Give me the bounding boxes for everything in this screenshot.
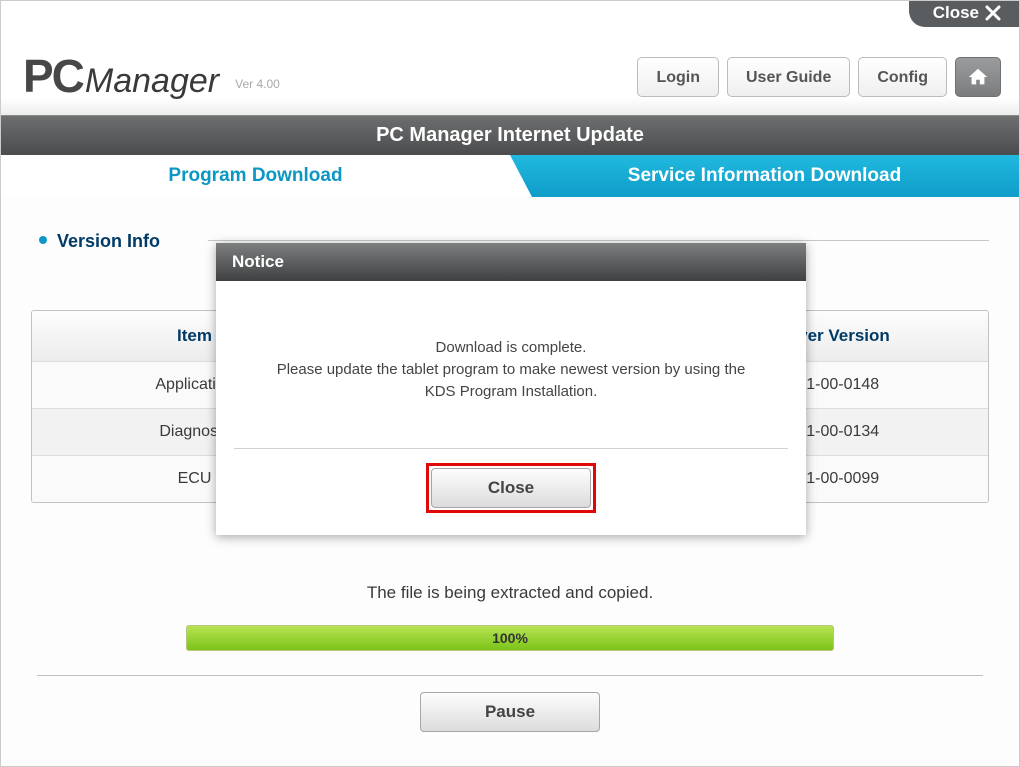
- app-version: Ver 4.00: [235, 77, 280, 91]
- pause-button[interactable]: Pause: [420, 692, 600, 732]
- window-close-label: Close: [933, 3, 979, 23]
- user-guide-button[interactable]: User Guide: [727, 57, 850, 97]
- window-close-button[interactable]: Close: [909, 1, 1019, 27]
- section-version-info: Version Info: [39, 231, 160, 252]
- login-button[interactable]: Login: [637, 57, 719, 97]
- notice-dialog: Notice Download is complete. Please upda…: [216, 243, 806, 535]
- dialog-text-line: KDS Program Installation.: [246, 381, 776, 403]
- tab-service-information-download[interactable]: Service Information Download: [510, 155, 1019, 197]
- dialog-body: Download is complete. Please update the …: [216, 281, 806, 412]
- app-logo: PC Manager Ver 4.00: [23, 49, 280, 103]
- home-icon: [967, 66, 989, 88]
- progress-label: 100%: [492, 630, 528, 646]
- footer-divider: [37, 675, 983, 676]
- dialog-close-highlight: Close: [426, 463, 596, 513]
- dialog-close-button[interactable]: Close: [431, 468, 591, 508]
- dialog-text-line: Please update the tablet program to make…: [246, 359, 776, 381]
- logo-manager-text: Manager: [85, 62, 219, 101]
- section-divider: [208, 240, 989, 241]
- dialog-title: Notice: [216, 243, 806, 281]
- page-title: PC Manager Internet Update: [1, 115, 1019, 155]
- close-icon: [985, 5, 1001, 21]
- config-button[interactable]: Config: [858, 57, 947, 97]
- logo-pc-text: PC: [23, 49, 83, 103]
- home-button[interactable]: [955, 57, 1001, 97]
- dialog-text-line: Download is complete.: [246, 337, 776, 359]
- status-text: The file is being extracted and copied.: [31, 583, 989, 603]
- progress-bar: 100%: [186, 625, 834, 651]
- tab-program-download[interactable]: Program Download: [1, 155, 510, 197]
